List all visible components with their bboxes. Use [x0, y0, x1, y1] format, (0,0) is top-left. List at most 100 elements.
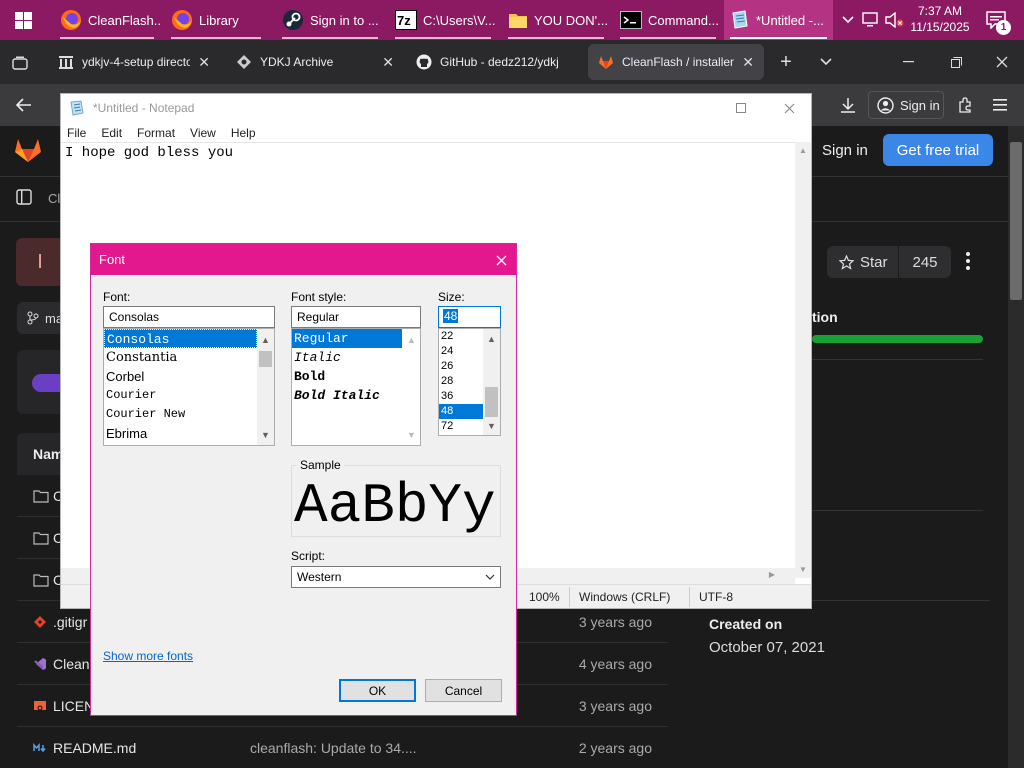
scroll-up-icon[interactable]: ▲ [403, 331, 420, 348]
extensions-icon[interactable] [955, 95, 975, 115]
minimize-window-icon[interactable] [898, 54, 918, 70]
font-style-item[interactable]: Regular [292, 329, 402, 348]
page-scrollbar-thumb[interactable] [1010, 142, 1022, 300]
browser-sign-in-button[interactable]: Sign in [868, 91, 944, 119]
menu-view[interactable]: View [190, 126, 216, 140]
size-input[interactable]: 48 [438, 306, 501, 328]
breadcrumb[interactable]: Cl [48, 191, 60, 206]
sidebar-toggle-icon[interactable] [16, 189, 32, 205]
chevron-up-icon[interactable] [838, 0, 858, 40]
new-tab-icon[interactable]: + [776, 52, 796, 72]
taskbar-app-cleanflash[interactable]: CleanFlash... [54, 0, 160, 40]
font-list-item[interactable]: Courier New [104, 405, 274, 424]
size-item[interactable]: 48 [439, 404, 483, 419]
size-item[interactable]: 26 [439, 359, 483, 374]
volume-muted-icon[interactable] [884, 0, 906, 40]
menu-hamburger-icon[interactable] [990, 95, 1010, 115]
size-item[interactable]: 24 [439, 344, 483, 359]
taskbar-app-label: Command... [648, 12, 719, 28]
close-window-icon[interactable] [992, 54, 1012, 70]
scroll-down-icon[interactable]: ▼ [403, 426, 420, 443]
scroll-up-icon[interactable]: ▲ [257, 331, 274, 348]
table-row[interactable]: README.md cleanflash: Update to 34.... 2… [17, 727, 668, 768]
font-list-item[interactable]: Ebrima [104, 424, 274, 443]
file-name[interactable]: README.md [53, 740, 136, 756]
font-dialog-titlebar[interactable]: Font [91, 244, 516, 275]
size-list[interactable]: 22 24 26 28 36 48 72 ▲ ▼ [438, 328, 501, 436]
font-name-input[interactable]: Consolas [103, 306, 275, 328]
file-name[interactable]: .gitigr [53, 614, 87, 630]
firefox-icon [171, 9, 193, 31]
notepad-maximize-icon[interactable] [729, 99, 753, 117]
browser-tab-cleanflash-gitlab[interactable]: CleanFlash / installer · G ✕ [588, 44, 764, 80]
size-item[interactable]: 72 [439, 419, 483, 434]
star-count: 245 [912, 253, 938, 271]
cancel-button[interactable]: Cancel [425, 679, 502, 702]
star-button[interactable]: Star 245 [827, 246, 951, 278]
downloads-icon[interactable] [838, 95, 858, 115]
star-icon [839, 254, 854, 270]
notepad-close-icon[interactable] [777, 99, 801, 117]
font-list[interactable]: Consolas Constantia Corbel Courier Couri… [103, 328, 275, 446]
taskbar-app-command-prompt[interactable]: Command... [614, 0, 722, 40]
start-button[interactable] [0, 0, 46, 40]
file-name[interactable]: LICEN [53, 698, 94, 714]
browser-tab-ydkjv[interactable]: ydkjv-4-setup directory ✕ [48, 44, 220, 80]
menu-edit[interactable]: Edit [101, 126, 122, 140]
scroll-up-icon[interactable]: ▲ [483, 330, 500, 347]
size-item[interactable]: 28 [439, 374, 483, 389]
size-list-scrollbar[interactable]: ▲ ▼ [483, 329, 500, 435]
taskbar-app-notepad[interactable]: *Untitled -... [724, 0, 833, 40]
font-style-item[interactable]: Bold [292, 367, 420, 386]
browser-tab-ydkj-archive[interactable]: YDKJ Archive ✕ [226, 44, 404, 80]
font-style-item[interactable]: Italic [292, 348, 420, 367]
font-list-item[interactable]: Corbel [104, 367, 274, 386]
gitlab-logo-icon[interactable] [14, 137, 42, 163]
close-tab-icon[interactable]: ✕ [382, 54, 394, 71]
browser-tab-github[interactable]: GitHub - dedz212/ydkj [406, 44, 584, 80]
font-style-input[interactable]: Regular [291, 306, 421, 328]
close-tab-icon[interactable]: ✕ [742, 54, 754, 71]
restore-window-icon[interactable] [946, 54, 966, 70]
folder-icon [33, 489, 49, 503]
taskbar-app-steam[interactable]: Sign in to ... [276, 0, 384, 40]
font-list-scroll-thumb[interactable] [259, 351, 272, 367]
more-actions-icon[interactable] [966, 252, 970, 270]
scroll-down-icon[interactable]: ▼ [257, 426, 274, 443]
tab-list-icon[interactable] [8, 51, 32, 75]
font-dialog-close-icon[interactable] [493, 252, 509, 268]
taskbar-app-7zip[interactable]: 7z C:\Users\V... [389, 0, 497, 40]
font-list-item[interactable]: Constantia [104, 348, 274, 367]
menu-help[interactable]: Help [231, 126, 256, 140]
font-style-list[interactable]: Regular Italic Bold Bold Italic ▲ ▼ [291, 328, 421, 446]
close-tab-icon[interactable]: ✕ [198, 54, 210, 71]
taskbar-app-label: YOU DON'... [534, 12, 608, 28]
size-item[interactable]: 22 [439, 329, 483, 344]
font-list-item[interactable]: Consolas [104, 329, 257, 348]
taskbar-app-folder[interactable]: YOU DON'... [502, 0, 610, 40]
notification-center-button[interactable]: 1 [978, 0, 1014, 40]
tab-overflow-chevron-icon[interactable] [816, 54, 836, 70]
size-item[interactable]: 36 [439, 389, 483, 404]
get-free-trial-button[interactable]: Get free trial [883, 134, 993, 166]
ok-button[interactable]: OK [339, 679, 416, 702]
notepad-titlebar[interactable]: *Untitled - Notepad [61, 94, 811, 122]
clock[interactable]: 7:37 AM 11/15/2025 [906, 3, 974, 37]
font-style-scrollbar[interactable]: ▲ ▼ [403, 329, 420, 445]
back-arrow-icon[interactable] [14, 95, 34, 115]
network-icon[interactable] [860, 0, 882, 40]
font-style-item[interactable]: Bold Italic [292, 386, 420, 405]
menu-file[interactable]: File [67, 126, 86, 140]
font-list-item[interactable]: Courier [104, 386, 274, 405]
show-more-fonts-link[interactable]: Show more fonts [103, 649, 193, 663]
notepad-vertical-scrollbar[interactable]: ▲ ▼ [795, 142, 811, 578]
menu-format[interactable]: Format [137, 126, 175, 140]
gitlab-sign-in-link[interactable]: Sign in [822, 142, 868, 159]
file-name[interactable]: Clean [53, 656, 90, 672]
size-list-scroll-thumb[interactable] [485, 387, 498, 417]
script-select[interactable]: Western [291, 566, 501, 588]
taskbar-app-library[interactable]: Library [165, 0, 267, 40]
font-list-scrollbar[interactable]: ▲ ▼ [257, 329, 274, 445]
scroll-down-icon[interactable]: ▼ [483, 417, 500, 434]
file-commit[interactable]: cleanflash: Update to 34.... [250, 740, 417, 756]
